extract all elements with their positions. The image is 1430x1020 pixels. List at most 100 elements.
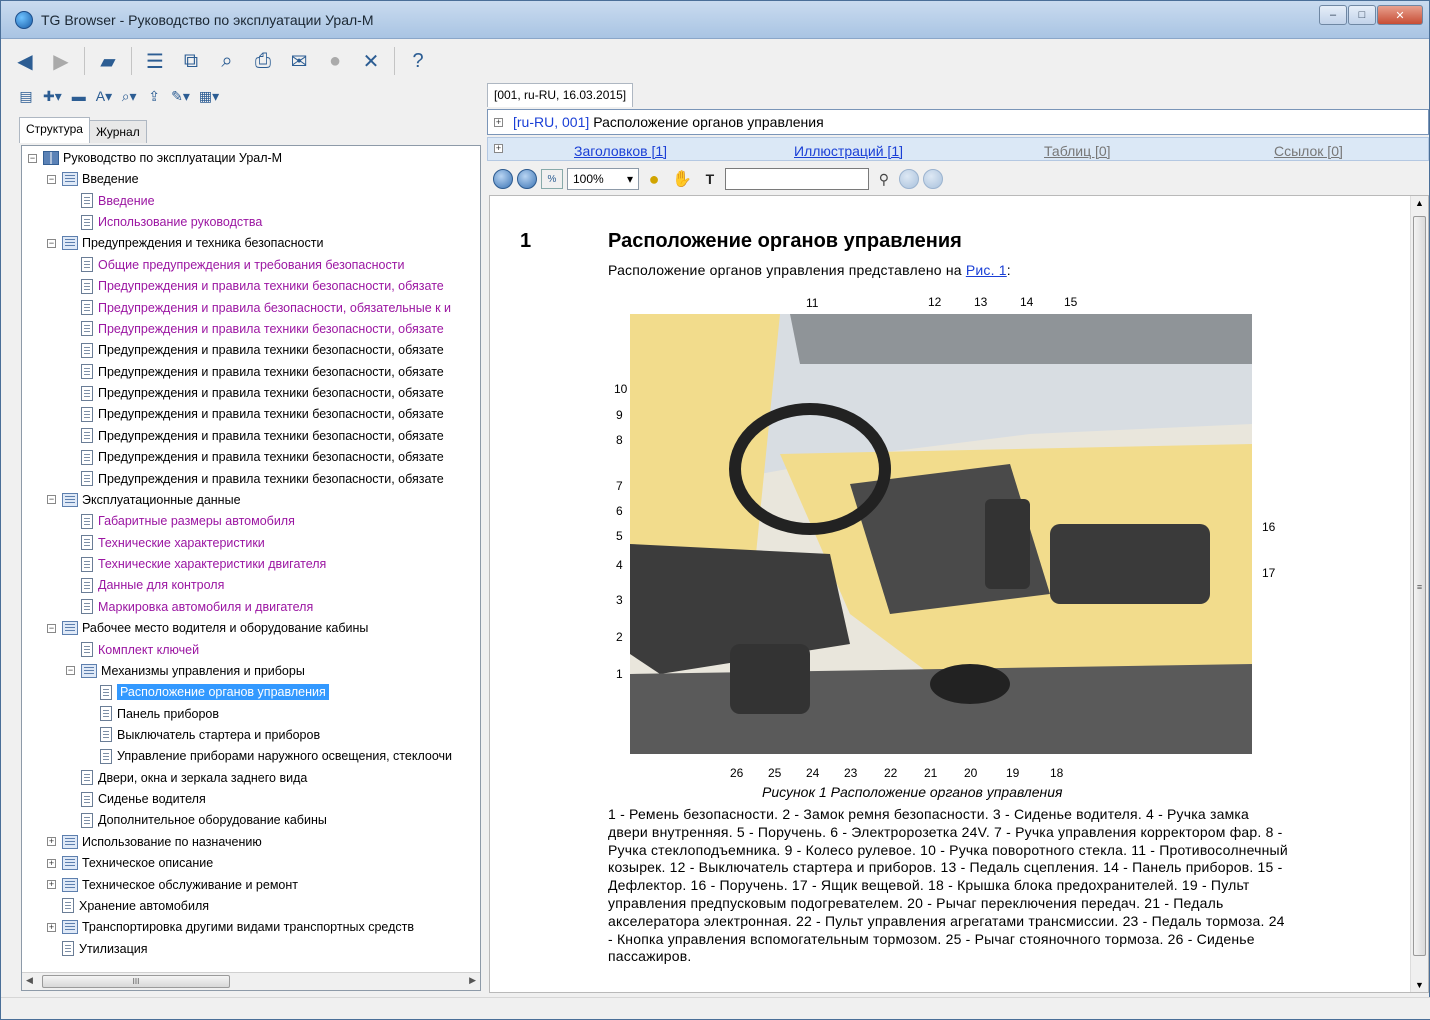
expand-node-icon[interactable]: +: [47, 858, 56, 868]
expand-node-icon[interactable]: +: [47, 880, 56, 890]
tree-item[interactable]: − Руководство по эксплуатации Урал-М: [28, 148, 282, 168]
tree-item[interactable]: Панель приборов: [85, 704, 219, 724]
tree-item[interactable]: + Транспортировка другими видами транспор…: [47, 917, 414, 937]
fit-page-icon[interactable]: %: [541, 169, 563, 189]
find-prev-icon[interactable]: [898, 169, 919, 189]
tree-item[interactable]: Общие предупреждения и требования безопа…: [66, 255, 404, 275]
tab-journal[interactable]: Журнал: [88, 120, 147, 143]
forward-icon[interactable]: ▶: [45, 45, 77, 77]
minimize-button[interactable]: –: [1319, 5, 1347, 25]
structure-icon[interactable]: ☰: [139, 45, 171, 77]
tab-structure[interactable]: Структура: [19, 117, 90, 143]
tree-item[interactable]: Управление приборами наружного освещения…: [85, 746, 452, 766]
collapse-icon[interactable]: ▬: [68, 85, 90, 107]
tree-item[interactable]: Данные для контроля: [66, 575, 224, 595]
collapse-node-icon[interactable]: −: [47, 623, 56, 633]
tree-item[interactable]: Предупреждения и правила техники безопас…: [66, 362, 444, 382]
tree-item[interactable]: Комплект ключей: [66, 640, 199, 660]
tree-item[interactable]: − Рабочее место водителя и оборудование к…: [47, 618, 368, 638]
find-icon[interactable]: ⌕: [211, 45, 243, 77]
scroll-right-icon[interactable]: ▶: [469, 975, 476, 986]
tree-item[interactable]: Хранение автомобиля: [47, 896, 209, 916]
comment-icon[interactable]: ●: [643, 168, 665, 190]
illustrations-count-link[interactable]: Иллюстраций [1]: [794, 143, 903, 159]
tree-item[interactable]: − Механизмы управления и приборы: [66, 661, 305, 681]
scroll-thumb[interactable]: III: [42, 975, 230, 988]
find-input[interactable]: [724, 168, 869, 190]
figure-link[interactable]: Рис. 1: [966, 262, 1007, 278]
print-icon[interactable]: ⎙: [247, 45, 279, 77]
clipboard-icon[interactable]: ▤: [15, 85, 37, 107]
tree-item[interactable]: Предупреждения и правила техники безопас…: [66, 319, 444, 339]
tree-item[interactable]: Сиденье водителя: [66, 789, 206, 809]
binoculars-icon[interactable]: ⚲: [873, 168, 895, 190]
stop-icon[interactable]: ●: [319, 45, 351, 77]
tree-item[interactable]: − Введение: [47, 169, 139, 189]
tree-item[interactable]: + Техническое описание: [47, 853, 213, 873]
tools-icon[interactable]: ✕: [355, 45, 387, 77]
document-vertical-scrollbar[interactable]: ▲ ≡ ▼: [1410, 196, 1428, 992]
collapse-node-icon[interactable]: −: [47, 174, 56, 184]
text-select-icon[interactable]: T: [699, 168, 721, 190]
tree-item[interactable]: − Эксплуатационные данные: [47, 490, 241, 510]
expand-icon[interactable]: ✚▾: [40, 85, 65, 107]
tree-item[interactable]: Габаритные размеры автомобиля: [66, 511, 295, 531]
close-button[interactable]: ✕: [1377, 5, 1423, 25]
document-scroll-thumb[interactable]: ≡: [1413, 216, 1426, 956]
scroll-left-icon[interactable]: ◀: [26, 975, 33, 986]
tree-item[interactable]: Предупреждения и правила техники безопас…: [66, 383, 444, 403]
find-next-icon[interactable]: [922, 169, 943, 189]
document-tab[interactable]: [001, ru-RU, 16.03.2015]: [487, 83, 634, 107]
tree-item[interactable]: Предупреждения и правила техники безопас…: [66, 276, 444, 296]
zoom-in-icon[interactable]: [493, 169, 513, 189]
headings-count-link[interactable]: Заголовков [1]: [574, 143, 667, 159]
zoom-out-icon[interactable]: [517, 169, 537, 189]
expand-node-icon[interactable]: +: [47, 922, 56, 932]
collapse-node-icon[interactable]: −: [47, 495, 56, 505]
tree-item[interactable]: Введение: [66, 191, 155, 211]
filter-icon[interactable]: ✎▾: [168, 85, 193, 107]
tree-item[interactable]: Предупреждения и правила техники безопас…: [66, 340, 444, 360]
title-bar[interactable]: TG Browser - Руководство по эксплуатации…: [1, 1, 1429, 39]
collapse-node-icon[interactable]: −: [47, 238, 56, 248]
tree-item[interactable]: Использование руководства: [66, 212, 262, 232]
tree-item[interactable]: Технические характеристики: [66, 533, 265, 553]
document-tree[interactable]: − Руководство по эксплуатации Урал-М − Введ…: [21, 145, 481, 991]
zoom-search-icon[interactable]: ⌕▾: [118, 85, 140, 107]
expand-node-icon[interactable]: +: [47, 837, 56, 847]
copy-icon[interactable]: ⧉: [175, 45, 207, 77]
tree-item[interactable]: − Предупреждения и техника безопасности: [47, 233, 323, 253]
scroll-down-icon[interactable]: ▼: [1415, 980, 1424, 990]
document-view[interactable]: 1 Расположение органов управления Распол…: [489, 195, 1429, 993]
tree-item[interactable]: Предупреждения и правила техники безопас…: [66, 426, 444, 446]
collapse-node-icon[interactable]: −: [28, 153, 37, 163]
tree-item[interactable]: Предупреждения и правила техники безопас…: [66, 447, 444, 467]
tree-item[interactable]: Маркировка автомобиля и двигателя: [66, 597, 313, 617]
search-text-icon[interactable]: A▾: [93, 85, 115, 107]
scroll-up-icon[interactable]: ▲: [1415, 198, 1424, 208]
zoom-select[interactable]: 100% ▾: [567, 168, 639, 190]
tree-item[interactable]: Технические характеристики двигателя: [66, 554, 326, 574]
tree-item[interactable]: Предупреждения и правила техники безопас…: [66, 404, 444, 424]
tree-item[interactable]: Двери, окна и зеркала заднего вида: [66, 768, 307, 788]
maximize-button[interactable]: □: [1348, 5, 1376, 25]
tree-item[interactable]: Утилизация: [47, 939, 148, 959]
export-icon[interactable]: ⇪: [143, 85, 165, 107]
comments-icon[interactable]: ✉: [283, 45, 315, 77]
tree-item[interactable]: Предупреждения и правила техники безопас…: [66, 469, 444, 489]
tree-horizontal-scrollbar[interactable]: ◀ III ▶: [22, 972, 480, 990]
stats-expander-icon[interactable]: +: [494, 144, 503, 153]
open-document-icon[interactable]: ▰: [92, 45, 124, 77]
tree-item[interactable]: Предупреждения и правила безопасности, о…: [66, 298, 451, 318]
settings-icon[interactable]: ▦▾: [196, 85, 222, 107]
header-expander-icon[interactable]: +: [494, 117, 503, 127]
tree-item[interactable]: Выключатель стартера и приборов: [85, 725, 320, 745]
collapse-node-icon[interactable]: −: [66, 666, 75, 676]
tree-item[interactable]: Дополнительное оборудование кабины: [66, 810, 327, 830]
header-locale-link[interactable]: [ru-RU, 001]: [513, 114, 589, 130]
tree-item[interactable]: + Техническое обслуживание и ремонт: [47, 875, 298, 895]
hand-tool-icon[interactable]: ✋: [669, 168, 695, 190]
help-icon[interactable]: ?: [402, 45, 434, 77]
tree-item[interactable]: Расположение органов управления: [85, 682, 329, 702]
tree-item[interactable]: + Использование по назначению: [47, 832, 262, 852]
